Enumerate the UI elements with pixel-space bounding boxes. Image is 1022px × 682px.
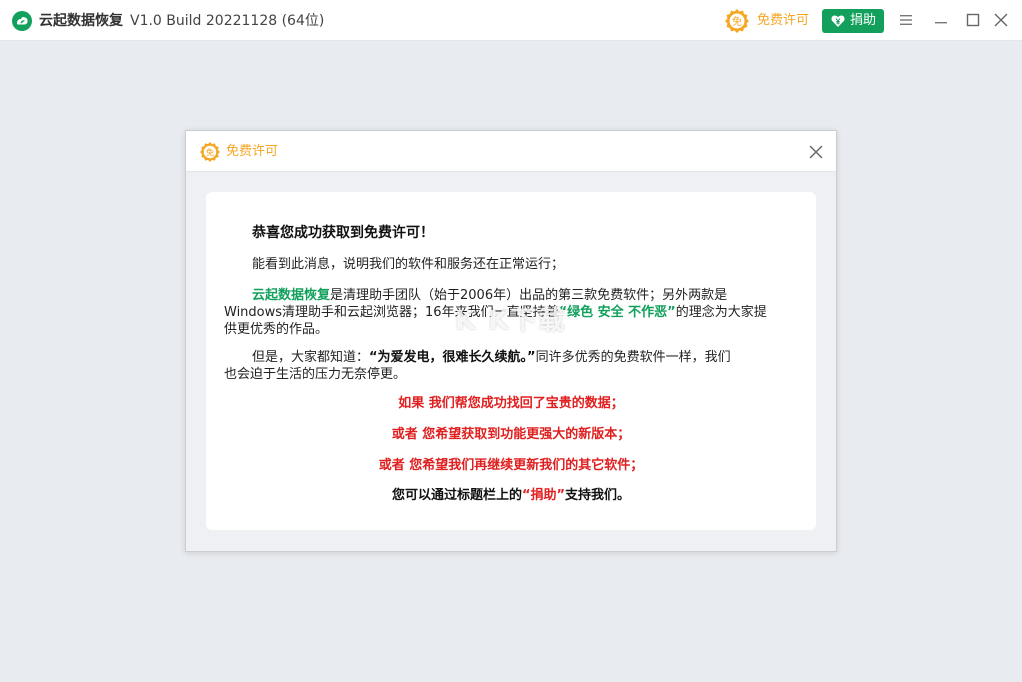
appeal-text-a1: 但是，大家都知道： xyxy=(252,350,370,365)
motto: “绿色 安全 不作恶” xyxy=(558,305,676,320)
donate-reason-3: 或者 您希望我们再继续更新我们的其它软件； xyxy=(378,458,644,473)
title-bar: 云起数据恢复 V1.0 Build 20221128 (64位) 免 免费许可 … xyxy=(0,0,1022,41)
close-icon[interactable] xyxy=(990,9,1012,31)
badge-icon: 免 xyxy=(200,142,220,162)
cta-text-b: 支持我们。 xyxy=(565,488,631,503)
donate-call-to-action: 您可以通过标题栏上的“捐助”支持我们。 xyxy=(206,487,816,505)
app-name: 云起数据恢复 xyxy=(39,13,123,29)
watermark: K K下载 xyxy=(455,306,567,336)
intro-line-3: 供更优秀的作品。 xyxy=(224,322,329,337)
hamburger-menu-icon[interactable] xyxy=(895,9,917,31)
appeal-line-2: 也会迫于生活的压力无奈停更。 xyxy=(224,367,407,382)
app-version: V1.0 Build 20221128 (64位) xyxy=(130,13,325,29)
intro-text-b2: 的理念为大家提 xyxy=(675,305,767,320)
greeting-heading: 恭喜您成功获取到免费许可！ xyxy=(252,225,434,241)
donate-button[interactable]: 捐助 xyxy=(822,9,884,33)
heart-yen-icon xyxy=(831,15,845,27)
appeal-quote: “为爱发电，很难长久续航。” xyxy=(369,350,536,365)
donate-reason-2: 或者 您希望获取到功能更强大的新版本； xyxy=(391,427,631,442)
appeal-text-a2: 同许多优秀的免费软件一样，我们 xyxy=(535,350,731,365)
cta-text-a: 您可以通过标题栏上的 xyxy=(391,488,522,503)
donate-reason-1: 如果 我们帮您成功找回了宝贵的数据； xyxy=(398,396,624,411)
maximize-icon[interactable] xyxy=(962,9,984,31)
dialog-header: 免 免费许可 xyxy=(186,131,836,172)
free-license-label: 免费许可 xyxy=(757,13,810,28)
product-name: 云起数据恢复 xyxy=(252,288,331,303)
badge-char: 免 xyxy=(206,147,214,157)
free-license-dialog: 免 免费许可 恭喜您成功获取到免费许可！ 能看到此消息，说明我们的软件和服务还在… xyxy=(185,130,837,552)
close-icon[interactable] xyxy=(807,143,825,161)
appeal-line-1: 但是，大家都知道：“为爱发电，很难长久续航。”同许多优秀的免费软件一样，我们 xyxy=(252,349,731,366)
app-logo-icon xyxy=(12,11,32,31)
donate-label: 捐助 xyxy=(850,13,877,28)
status-message: 能看到此消息，说明我们的软件和服务还在正常运行； xyxy=(252,257,565,272)
minimize-icon[interactable] xyxy=(930,9,952,31)
badge-char: 免 xyxy=(732,15,742,28)
message-card: 恭喜您成功获取到免费许可！ 能看到此消息，说明我们的软件和服务还在正常运行； 云… xyxy=(206,192,816,530)
dialog-title: 免费许可 xyxy=(226,144,279,159)
cta-highlight: “捐助” xyxy=(521,488,566,503)
badge-icon: 免 xyxy=(725,9,749,33)
